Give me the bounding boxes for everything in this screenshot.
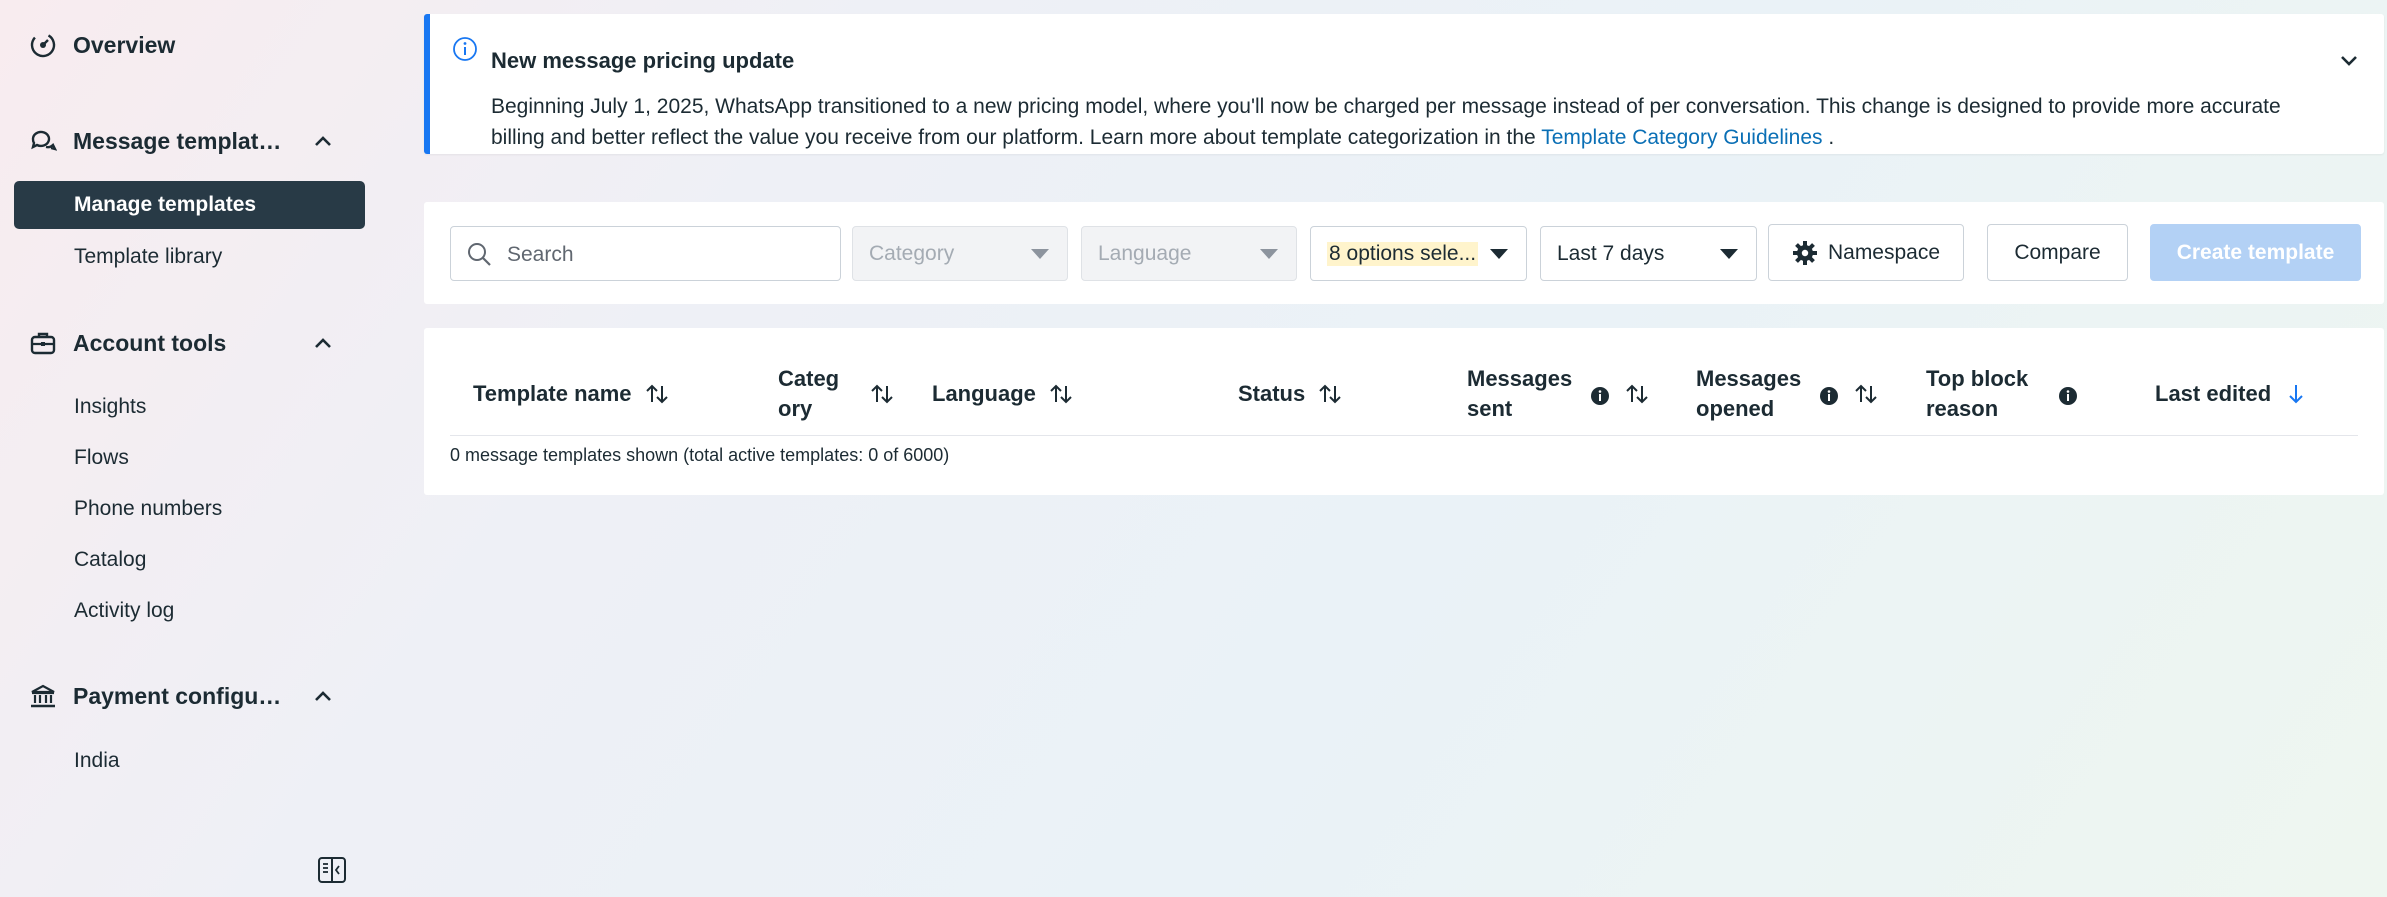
search-input[interactable]: Search <box>450 226 841 281</box>
sidebar-item-insights[interactable]: Insights <box>14 383 365 431</box>
sidebar-item-overview[interactable]: Overview <box>28 30 338 60</box>
sidebar-item-phone-numbers[interactable]: Phone numbers <box>14 485 365 533</box>
status-select[interactable]: 8 options sele... <box>1310 226 1527 281</box>
search-icon <box>465 240 493 268</box>
column-header-messages-opened[interactable]: Messages opened <box>1696 362 1879 426</box>
gear-icon <box>1792 240 1818 266</box>
overview-label: Overview <box>73 31 176 58</box>
sidebar-item-flows[interactable]: Flows <box>14 434 365 482</box>
column-label-line2: opened <box>1696 396 1775 421</box>
info-icon[interactable] <box>2058 384 2078 405</box>
column-header-last-edited[interactable]: Last edited <box>2155 362 2309 426</box>
compare-button[interactable]: Compare <box>1987 224 2128 281</box>
info-icon[interactable] <box>1819 384 1839 405</box>
search-placeholder: Search <box>507 243 574 266</box>
message-templates-label: Message templat… <box>73 127 282 154</box>
banner-body: Beginning July 1, 2025, WhatsApp transit… <box>491 91 2291 153</box>
column-header-top-block-reason[interactable]: Top block reason <box>1926 362 2078 426</box>
sort-descending-icon[interactable] <box>2283 382 2309 406</box>
payment-configuration-label: Payment configu… <box>73 682 282 709</box>
sidebar-item-activity-log[interactable]: Activity log <box>14 587 365 635</box>
speedometer-icon <box>28 30 58 60</box>
banner-title: New message pricing update <box>491 48 795 73</box>
caret-down-icon <box>1260 249 1278 259</box>
account-tools-label: Account tools <box>73 329 227 356</box>
column-label: Top block reason <box>1926 364 2028 424</box>
sidebar-item-manage-templates[interactable]: Manage templates <box>14 181 365 229</box>
column-label-line1: Messages <box>1696 366 1802 391</box>
caret-down-icon <box>1490 249 1508 259</box>
table-header-divider <box>450 435 2358 436</box>
column-label-line2: reason <box>1926 396 1999 421</box>
column-header-template-name[interactable]: Template name <box>473 362 670 426</box>
language-select[interactable]: Language <box>1081 226 1297 281</box>
date-range-select[interactable]: Last 7 days <box>1540 226 1757 281</box>
compare-button-label: Compare <box>2014 240 2101 264</box>
status-select-label: 8 options sele... <box>1327 241 1479 266</box>
chat-bubbles-icon <box>28 126 58 156</box>
namespace-button[interactable]: Namespace <box>1768 224 1964 281</box>
sort-icon[interactable] <box>869 382 895 406</box>
banner-body-end: . <box>1822 126 1835 149</box>
sort-icon[interactable] <box>1624 382 1650 406</box>
filter-bar: Search Category Language 8 options sele.… <box>424 202 2384 304</box>
column-label-line1: Top block <box>1926 366 2029 391</box>
sort-icon[interactable] <box>1853 382 1879 406</box>
caret-down-icon <box>1031 249 1049 259</box>
column-header-language[interactable]: Language <box>932 362 1074 426</box>
info-icon <box>452 36 478 62</box>
column-label: Messages sent <box>1467 364 1572 424</box>
column-header-messages-sent[interactable]: Messages sent <box>1467 362 1650 426</box>
column-label: Language <box>932 381 1036 406</box>
chevron-up-icon[interactable] <box>308 126 338 156</box>
sidebar-item-india[interactable]: India <box>14 737 365 785</box>
templates-count-summary: 0 message templates shown (total active … <box>450 445 950 465</box>
sidebar: Overview Message templat… Manage templat… <box>0 0 380 897</box>
chevron-up-icon[interactable] <box>308 328 338 358</box>
column-header-category[interactable]: Categ ory <box>778 362 895 426</box>
template-category-guidelines-link[interactable]: Template Category Guidelines <box>1541 126 1822 149</box>
banner-body-text: Beginning July 1, 2025, WhatsApp transit… <box>491 95 2281 149</box>
bank-icon <box>28 681 58 711</box>
column-label: Template name <box>473 381 632 406</box>
sidebar-item-template-library[interactable]: Template library <box>14 233 365 281</box>
chevron-down-icon[interactable] <box>2336 48 2362 74</box>
column-label-line1: Messages <box>1467 366 1573 391</box>
create-template-button-label: Create template <box>2176 240 2335 264</box>
info-icon[interactable] <box>1590 384 1610 405</box>
column-header-status[interactable]: Status <box>1238 362 1343 426</box>
category-select[interactable]: Category <box>852 226 1068 281</box>
language-select-label: Language <box>1098 241 1192 265</box>
column-label: Last edited <box>2155 381 2272 406</box>
caret-down-icon <box>1720 249 1738 259</box>
sort-icon[interactable] <box>1317 382 1343 406</box>
sidebar-item-catalog[interactable]: Catalog <box>14 536 365 584</box>
category-select-label: Category <box>869 241 955 265</box>
date-range-label: Last 7 days <box>1557 241 1665 265</box>
pricing-update-banner: New message pricing update Beginning Jul… <box>424 14 2384 154</box>
column-label: Categ ory <box>778 364 839 424</box>
sidebar-section-account-tools[interactable]: Account tools <box>28 328 338 358</box>
sort-icon[interactable] <box>1048 382 1074 406</box>
column-label: Messages opened <box>1696 364 1801 424</box>
sort-icon[interactable] <box>644 382 670 406</box>
column-label-line2: sent <box>1467 396 1513 421</box>
column-label: Status <box>1238 381 1306 406</box>
create-template-button[interactable]: Create template <box>2150 224 2361 281</box>
namespace-button-label: Namespace <box>1827 240 1941 264</box>
sidebar-collapse-icon[interactable] <box>317 856 347 884</box>
sidebar-section-payment-configuration[interactable]: Payment configu… <box>28 681 338 711</box>
column-label-line1: Categ <box>778 366 840 391</box>
sidebar-section-message-templates[interactable]: Message templat… <box>28 126 338 156</box>
chevron-up-icon[interactable] <box>308 681 338 711</box>
column-label-line2: ory <box>778 396 813 421</box>
briefcase-icon <box>28 328 58 358</box>
templates-table: Template name Categ ory Language Status … <box>424 328 2384 495</box>
